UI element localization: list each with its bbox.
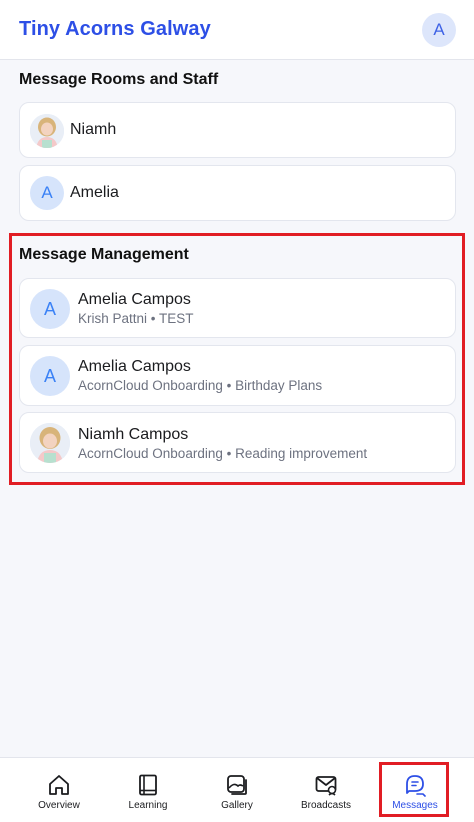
- room-item-niamh[interactable]: Niamh: [19, 102, 456, 158]
- avatar: [30, 423, 70, 463]
- app-screen: Tiny Acorns Galway A Message Rooms and S…: [0, 0, 474, 822]
- book-icon: [139, 774, 157, 796]
- nav-broadcasts[interactable]: Broadcasts: [286, 758, 366, 822]
- contact-name: Amelia: [70, 184, 119, 201]
- nav-gallery[interactable]: Gallery: [197, 758, 277, 822]
- avatar: A: [30, 356, 70, 396]
- nav-learning[interactable]: Learning: [108, 758, 188, 822]
- profile-avatar[interactable]: A: [422, 13, 456, 47]
- gallery-icon: [227, 775, 247, 795]
- child-photo-icon: [30, 423, 70, 463]
- nav-label: Broadcasts: [300, 800, 352, 811]
- messages-icon: [406, 775, 426, 797]
- contact-name: Niamh: [70, 121, 117, 138]
- nav-label: Overview: [38, 800, 80, 811]
- rooms-section-title: Message Rooms and Staff: [19, 71, 219, 88]
- avatar: A: [30, 176, 64, 210]
- thread-subtitle: AcornCloud Onboarding • Birthday Plans: [78, 378, 323, 393]
- room-item-amelia[interactable]: A Amelia: [19, 165, 456, 221]
- home-icon: [49, 775, 69, 795]
- nav-messages[interactable]: Messages: [375, 758, 455, 822]
- management-thread-item[interactable]: A Amelia Campos AcornCloud Onboarding • …: [19, 345, 456, 406]
- thread-name: Amelia Campos: [78, 291, 191, 308]
- management-thread-item[interactable]: Niamh Campos AcornCloud Onboarding • Rea…: [19, 412, 456, 473]
- thread-name: Amelia Campos: [78, 358, 191, 375]
- app-title: Tiny Acorns Galway: [19, 18, 211, 40]
- management-section-title: Message Management: [19, 246, 189, 263]
- top-app-bar: Tiny Acorns Galway A: [0, 0, 474, 60]
- management-thread-item[interactable]: A Amelia Campos Krish Pattni • TEST: [19, 278, 456, 338]
- thread-subtitle: AcornCloud Onboarding • Reading improvem…: [78, 446, 368, 461]
- thread-subtitle: Krish Pattni • TEST: [78, 311, 194, 326]
- nav-label: Gallery: [221, 800, 253, 811]
- thread-name: Niamh Campos: [78, 426, 189, 443]
- broadcast-icon: [315, 776, 337, 796]
- avatar: A: [30, 289, 70, 329]
- nav-label: Learning: [128, 800, 168, 811]
- child-photo-icon: [30, 114, 64, 148]
- bottom-navigation: Overview Learning Gallery Broadcasts Mes…: [0, 757, 474, 822]
- nav-overview[interactable]: Overview: [19, 758, 99, 822]
- nav-label: Messages: [392, 800, 438, 811]
- avatar: [30, 114, 64, 148]
